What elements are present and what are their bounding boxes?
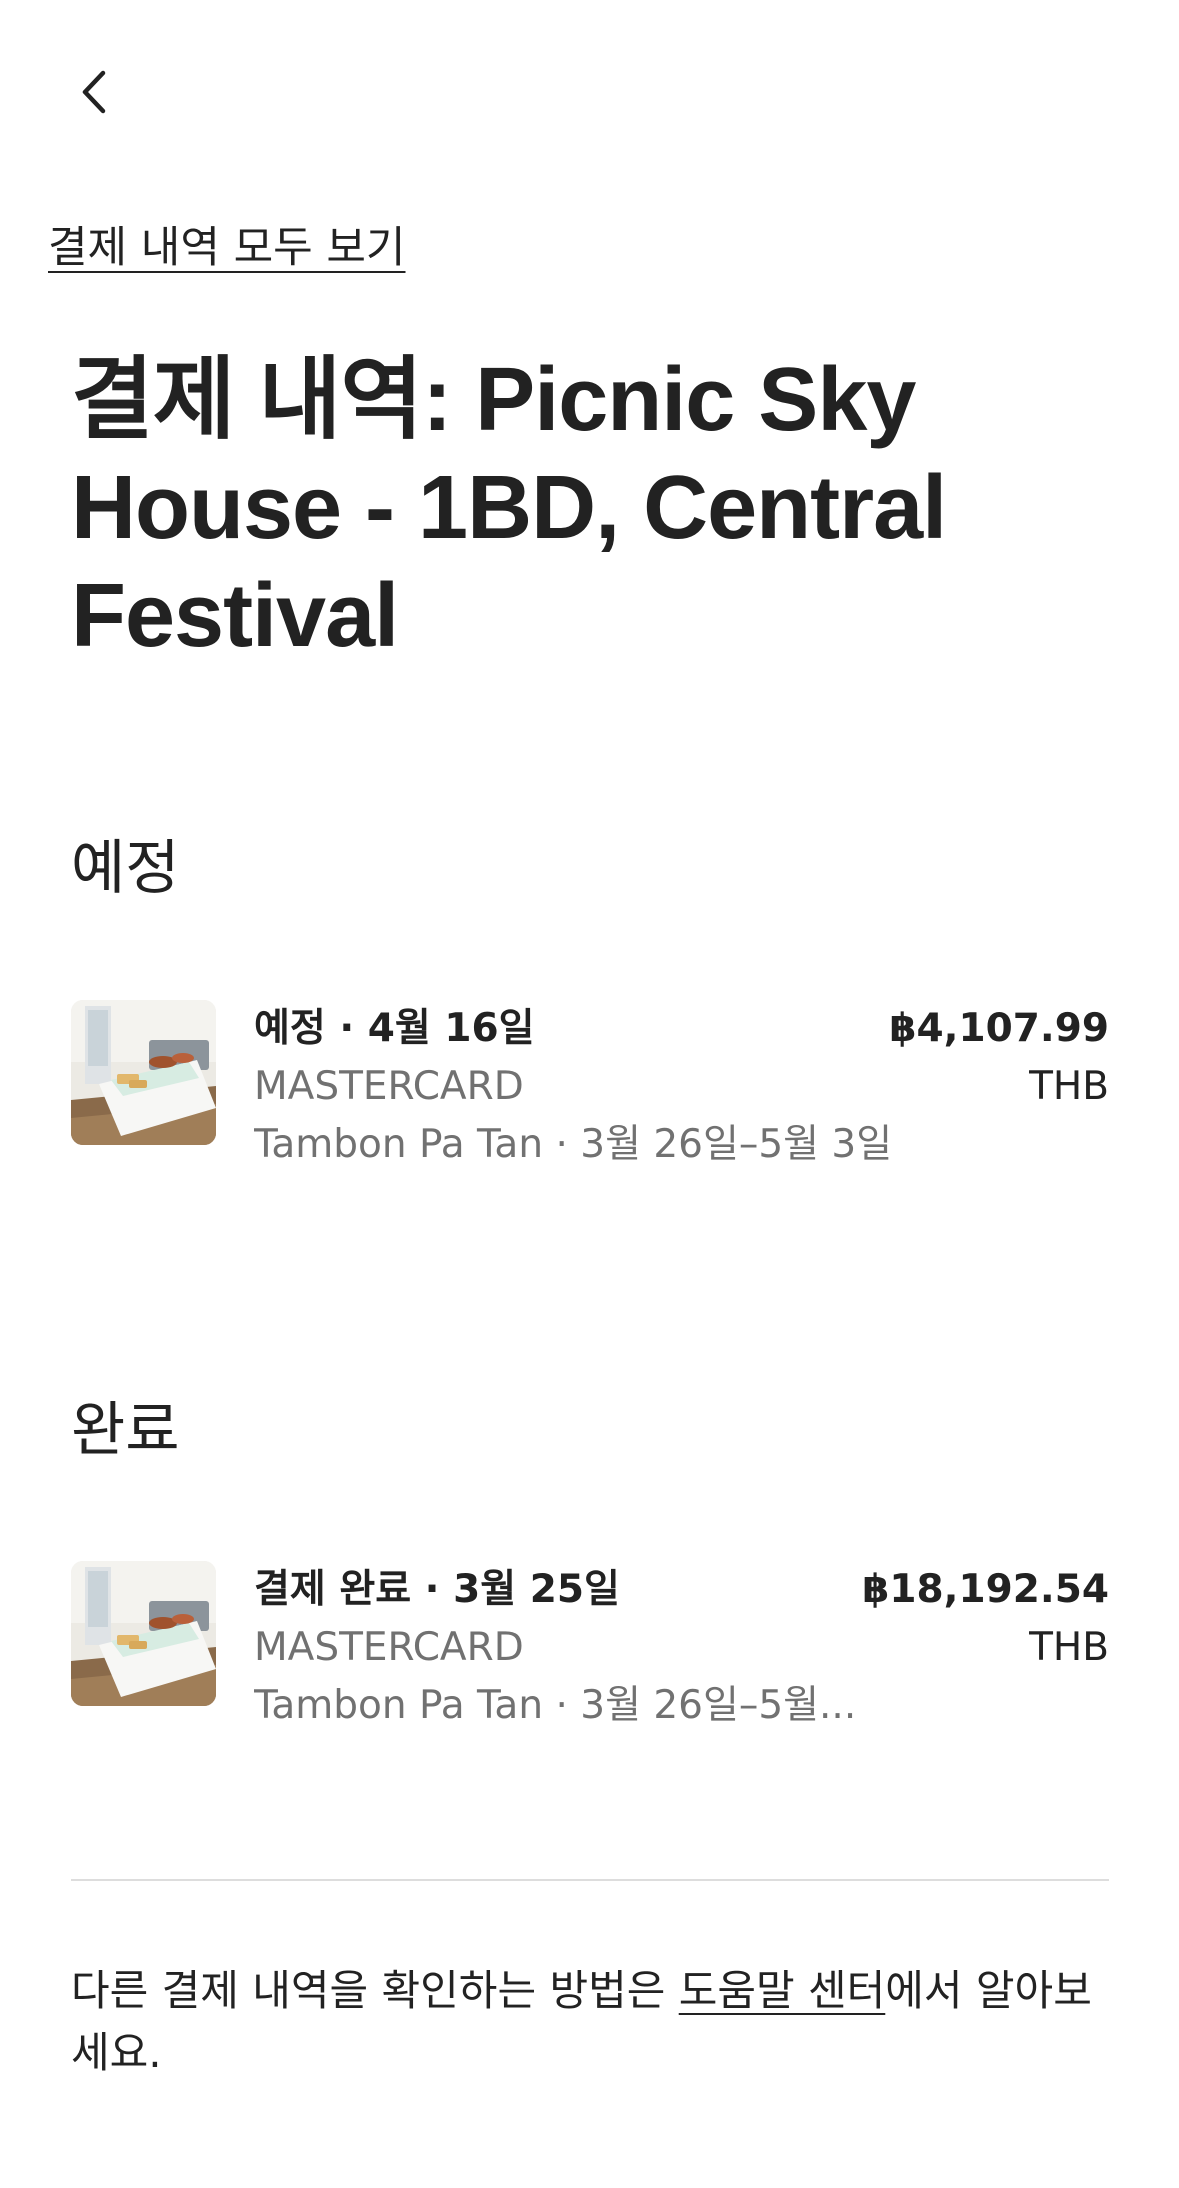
- payment-card: MASTERCARD: [254, 1064, 524, 1109]
- payment-status: 결제 완료 · 3월 25일: [254, 1567, 620, 1612]
- payment-amount: ฿4,107.99 THB: [889, 1000, 1109, 1116]
- amount-currency: THB: [1029, 1625, 1109, 1670]
- payment-card: MASTERCARD: [254, 1625, 524, 1670]
- divider: [71, 1879, 1109, 1881]
- payment-details: 예정 · 4월 16일 MASTERCARD Tambon Pa Tan · 3…: [254, 1000, 914, 1174]
- payment-details: 결제 완료 · 3월 25일 MASTERCARD Tambon Pa Tan …: [254, 1561, 914, 1735]
- payment-stay: Tambon Pa Tan · 3월 26일–5월 3일: [254, 1122, 893, 1167]
- amount-value: ฿18,192.54: [862, 1567, 1109, 1612]
- payment-row-upcoming[interactable]: 예정 · 4월 16일 MASTERCARD Tambon Pa Tan · 3…: [71, 1000, 1109, 1167]
- section-title-completed: 완료: [71, 1395, 180, 1464]
- payment-stay: Tambon Pa Tan · 3월 26일–5월...: [254, 1683, 857, 1728]
- chevron-left-icon: [82, 70, 106, 114]
- section-title-upcoming: 예정: [71, 833, 180, 902]
- payment-status: 예정 · 4월 16일: [254, 1006, 535, 1051]
- help-center-link[interactable]: 도움말 센터: [679, 1966, 886, 2015]
- amount-currency: THB: [1029, 1064, 1109, 1109]
- back-button[interactable]: [62, 60, 126, 124]
- help-text: 다른 결제 내역을 확인하는 방법은 도움말 센터에서 알아보세요.: [71, 1966, 1092, 2077]
- view-all-payments-link[interactable]: 결제 내역 모두 보기: [48, 213, 406, 275]
- page-title: 결제 내역: Picnic Sky House - 1BD, Central F…: [71, 350, 947, 666]
- payment-row-completed[interactable]: 결제 완료 · 3월 25일 MASTERCARD Tambon Pa Tan …: [71, 1561, 1109, 1728]
- listing-thumbnail: [71, 1000, 216, 1145]
- payment-amount: ฿18,192.54 THB: [862, 1561, 1109, 1677]
- listing-thumbnail: [71, 1561, 216, 1706]
- amount-value: ฿4,107.99: [889, 1006, 1109, 1051]
